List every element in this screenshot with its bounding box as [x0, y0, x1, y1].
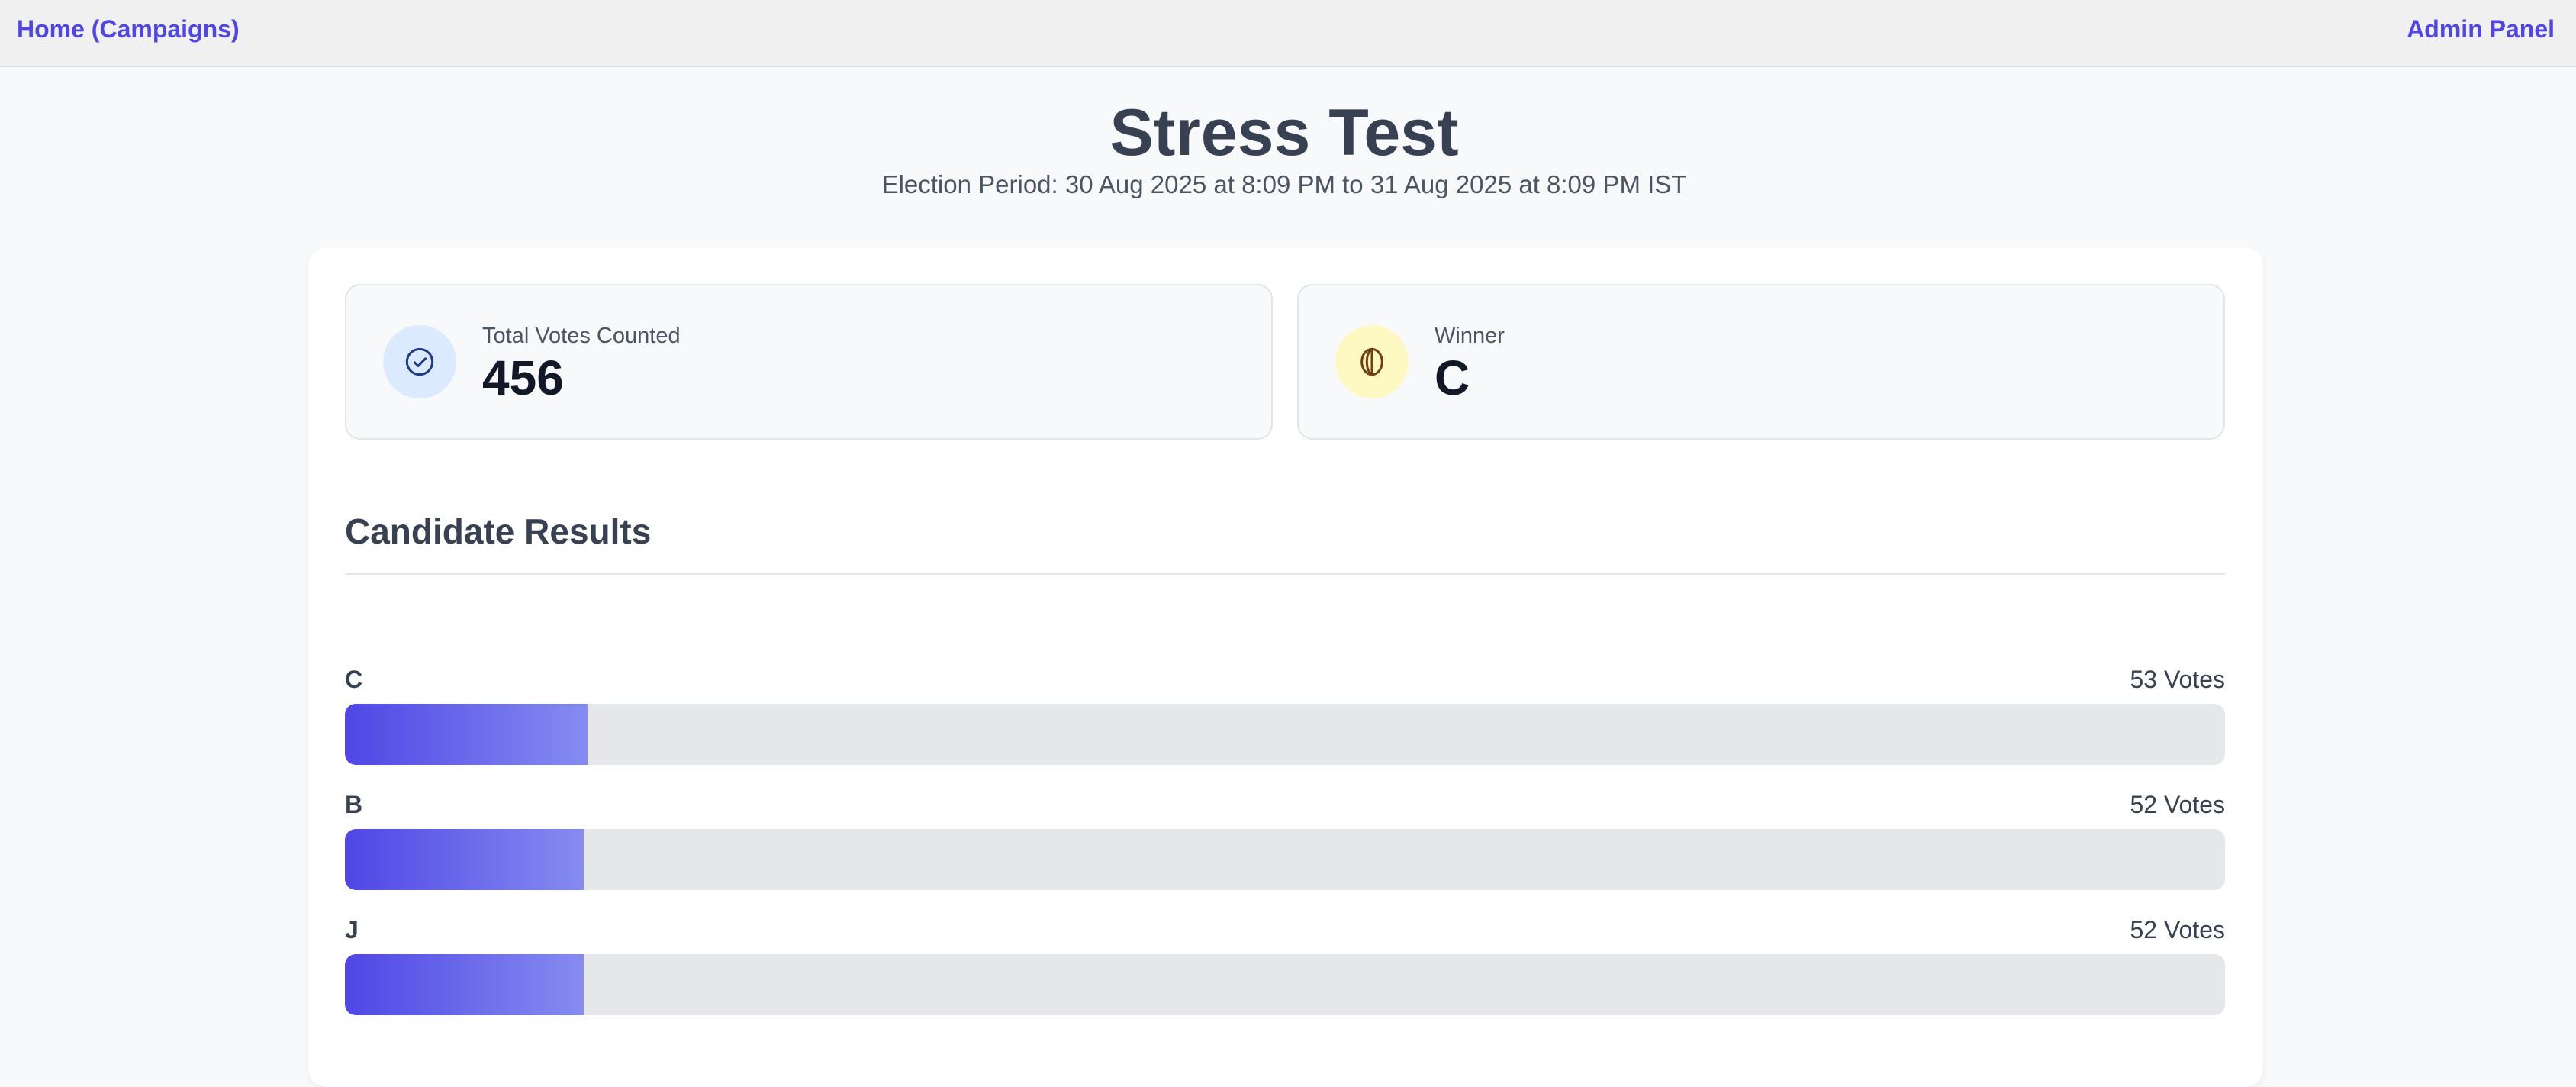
candidate-result-row: C 53 Votes — [345, 666, 2225, 788]
candidate-result-row: B 52 Votes — [345, 791, 2225, 913]
check-circle-icon — [383, 325, 456, 398]
candidate-votes: 52 Votes — [2130, 916, 2225, 943]
top-nav: Home (Campaigns) Admin Panel — [0, 0, 2576, 67]
winner-stat: Winner C — [1297, 284, 2225, 440]
admin-panel-link[interactable]: Admin Panel — [2407, 14, 2555, 44]
vote-bar-fill — [345, 704, 588, 765]
candidate-votes: 52 Votes — [2130, 791, 2225, 818]
vote-bar-fill — [345, 954, 584, 1015]
total-votes-stat: Total Votes Counted 456 — [345, 284, 1273, 440]
section-divider — [345, 573, 2225, 575]
total-votes-label: Total Votes Counted — [482, 324, 681, 348]
election-period: Election Period: 30 Aug 2025 at 8:09 PM … — [881, 170, 1687, 198]
candidate-results-title: Candidate Results — [345, 511, 652, 551]
winner-label: Winner — [1435, 324, 1505, 348]
results-card: Total Votes Counted 456 Winner C Candida… — [308, 247, 2263, 1087]
candidate-name: B — [345, 791, 363, 818]
candidate-votes: 53 Votes — [2130, 666, 2225, 693]
vote-bar-fill — [345, 829, 584, 890]
candidate-name: C — [345, 666, 363, 693]
vote-bar-track — [345, 829, 2225, 890]
candidate-name: J — [345, 916, 359, 943]
page-title: Stress Test — [1109, 96, 1459, 169]
home-campaigns-link[interactable]: Home (Campaigns) — [17, 14, 240, 44]
winner-value: C — [1435, 350, 1470, 405]
vote-bar-track — [345, 954, 2225, 1015]
trophy-icon — [1335, 325, 1409, 398]
candidate-result-row: J 52 Votes — [345, 916, 2225, 1038]
vote-bar-track — [345, 704, 2225, 765]
total-votes-value: 456 — [482, 350, 564, 405]
